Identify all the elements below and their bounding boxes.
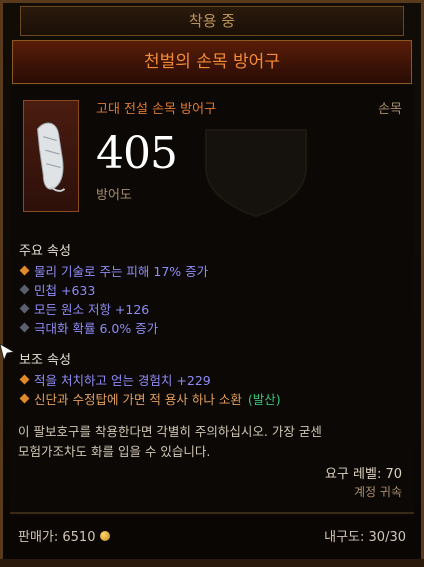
item-name-title: 천벌의 손목 방어구 [12, 40, 412, 84]
secondary-attribute: 신단과 수정탑에 가면 적 용사 하나 소환 (발산) [19, 389, 281, 408]
primary-attribute: 극대화 확률 6.0% 증가 [19, 318, 158, 337]
legendary-bullet-icon [19, 393, 30, 404]
bullet-icon [19, 284, 30, 295]
secondary-attribute: 적을 처치하고 얻는 경험치 +229 [19, 370, 211, 389]
legendary-bullet-icon [19, 265, 30, 276]
item-image [23, 100, 79, 212]
bullet-icon [19, 322, 30, 333]
item-slot-label: 손목 [378, 102, 402, 117]
affix-tag: (발산) [247, 392, 281, 407]
account-bound-label: 계정 귀속 [354, 485, 402, 499]
primary-attribute: 모든 원소 저항 +126 [19, 299, 149, 318]
required-level: 요구 레벨: 70 [324, 467, 402, 482]
tooltip-footer: 판매가: 6510 내구도: 30/30 [10, 516, 414, 556]
primary-attribute: 물리 기술로 주는 피해 17% 증가 [19, 261, 208, 280]
legendary-bullet-icon [19, 374, 30, 385]
secondary-attributes-title: 보조 속성 [19, 353, 71, 368]
gold-coin-icon [100, 530, 111, 541]
flavor-text: 이 팔보호구를 착용한다면 각별히 주의하십시오. 가장 굳센 모험가조차도 화… [18, 424, 322, 459]
bracer-icon [37, 122, 66, 192]
armor-shield-icon [205, 129, 307, 218]
armor-value: 405 [96, 128, 178, 179]
mouse-cursor-icon [0, 344, 14, 360]
bottom-border [0, 559, 424, 567]
primary-attributes-title: 주요 속성 [19, 244, 71, 259]
bullet-icon [19, 303, 30, 314]
sell-price: 판매가: 6510 [18, 526, 111, 545]
primary-attribute: 민첩 +633 [19, 280, 95, 299]
durability: 내구도: 30/30 [324, 530, 406, 545]
armor-label: 방어도 [96, 188, 132, 203]
item-type-label: 고대 전설 손목 방어구 [96, 102, 217, 117]
equipped-status: 착용 중 [20, 6, 404, 36]
footer-divider [10, 512, 414, 514]
